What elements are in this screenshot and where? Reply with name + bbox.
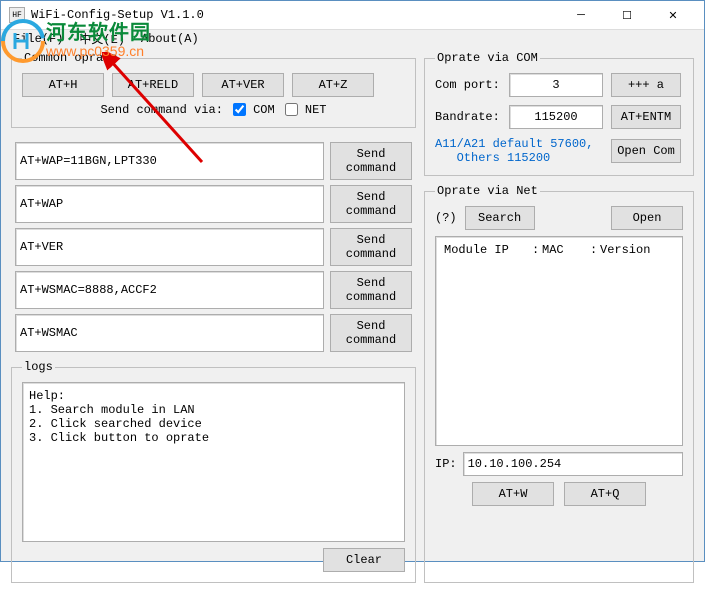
net-checkbox-label[interactable]: NET (285, 103, 327, 117)
com-checkbox-label[interactable]: COM (233, 103, 275, 117)
search-button[interactable]: Search (465, 206, 535, 230)
hdr-ip: Module IP (444, 243, 532, 257)
send-command-1[interactable]: Send command (330, 142, 412, 180)
net-legend: Oprate via Net (435, 184, 540, 198)
logs-group: logs Clear (11, 360, 416, 583)
command-row: Send command (15, 271, 412, 309)
at-w-button[interactable]: AT+W (472, 482, 554, 506)
baud-label: Bandrate: (435, 110, 501, 124)
module-list[interactable]: Module IP : MAC : Version (435, 236, 683, 446)
minimize-button[interactable]: ─ (558, 1, 604, 29)
command-row: Send command (15, 228, 412, 266)
maximize-button[interactable]: ☐ (604, 1, 650, 29)
watermark-logo-icon (0, 18, 46, 64)
oprate-via-net-group: Oprate via Net (?) Search Open Module IP… (424, 184, 694, 583)
command-row: Send command (15, 314, 412, 352)
command-row: Send command (15, 185, 412, 223)
net-checkbox[interactable] (285, 103, 298, 116)
baud-hint: A11/A21 default 57600, Others 115200 (435, 137, 603, 165)
watermark-text: 河东软件园 (46, 22, 151, 44)
at-h-button[interactable]: AT+H (22, 73, 104, 97)
send-command-3[interactable]: Send command (330, 228, 412, 266)
command-input-3[interactable] (15, 228, 324, 266)
watermark-url: www.pc0359.cn (46, 44, 151, 59)
plus-a-button[interactable]: +++ a (611, 73, 681, 97)
at-reld-button[interactable]: AT+RELD (112, 73, 194, 97)
at-z-button[interactable]: AT+Z (292, 73, 374, 97)
hdr-version: Version (600, 243, 650, 257)
at-q-button[interactable]: AT+Q (564, 482, 646, 506)
send-command-5[interactable]: Send command (330, 314, 412, 352)
logs-legend: logs (22, 360, 55, 374)
close-button[interactable]: ✕ (650, 1, 696, 29)
net-help[interactable]: (?) (435, 211, 457, 225)
hdr-mac: MAC (542, 243, 590, 257)
com-checkbox[interactable] (233, 103, 246, 116)
command-list: Send command Send command Send command S… (11, 136, 416, 352)
logs-textarea[interactable] (22, 382, 405, 542)
list-header: Module IP : MAC : Version (440, 241, 678, 259)
open-com-button[interactable]: Open Com (611, 139, 681, 163)
command-input-2[interactable] (15, 185, 324, 223)
oprate-via-com-group: Oprate via COM Com port: +++ a Bandrate:… (424, 51, 694, 176)
command-input-1[interactable] (15, 142, 324, 180)
com-port-input[interactable] (509, 73, 603, 97)
command-row: Send command (15, 142, 412, 180)
at-ver-button[interactable]: AT+VER (202, 73, 284, 97)
at-entm-button[interactable]: AT+ENTM (611, 105, 681, 129)
open-net-button[interactable]: Open (611, 206, 683, 230)
command-input-4[interactable] (15, 271, 324, 309)
watermark: 河东软件园 www.pc0359.cn (0, 18, 151, 64)
send-command-4[interactable]: Send command (330, 271, 412, 309)
command-input-5[interactable] (15, 314, 324, 352)
ip-label: IP: (435, 457, 457, 471)
send-command-2[interactable]: Send command (330, 185, 412, 223)
clear-button[interactable]: Clear (323, 548, 405, 572)
com-port-label: Com port: (435, 78, 501, 92)
ip-input[interactable] (463, 452, 683, 476)
baud-input[interactable] (509, 105, 603, 129)
com-legend: Oprate via COM (435, 51, 540, 65)
send-via-label: Send command via: (100, 103, 222, 117)
